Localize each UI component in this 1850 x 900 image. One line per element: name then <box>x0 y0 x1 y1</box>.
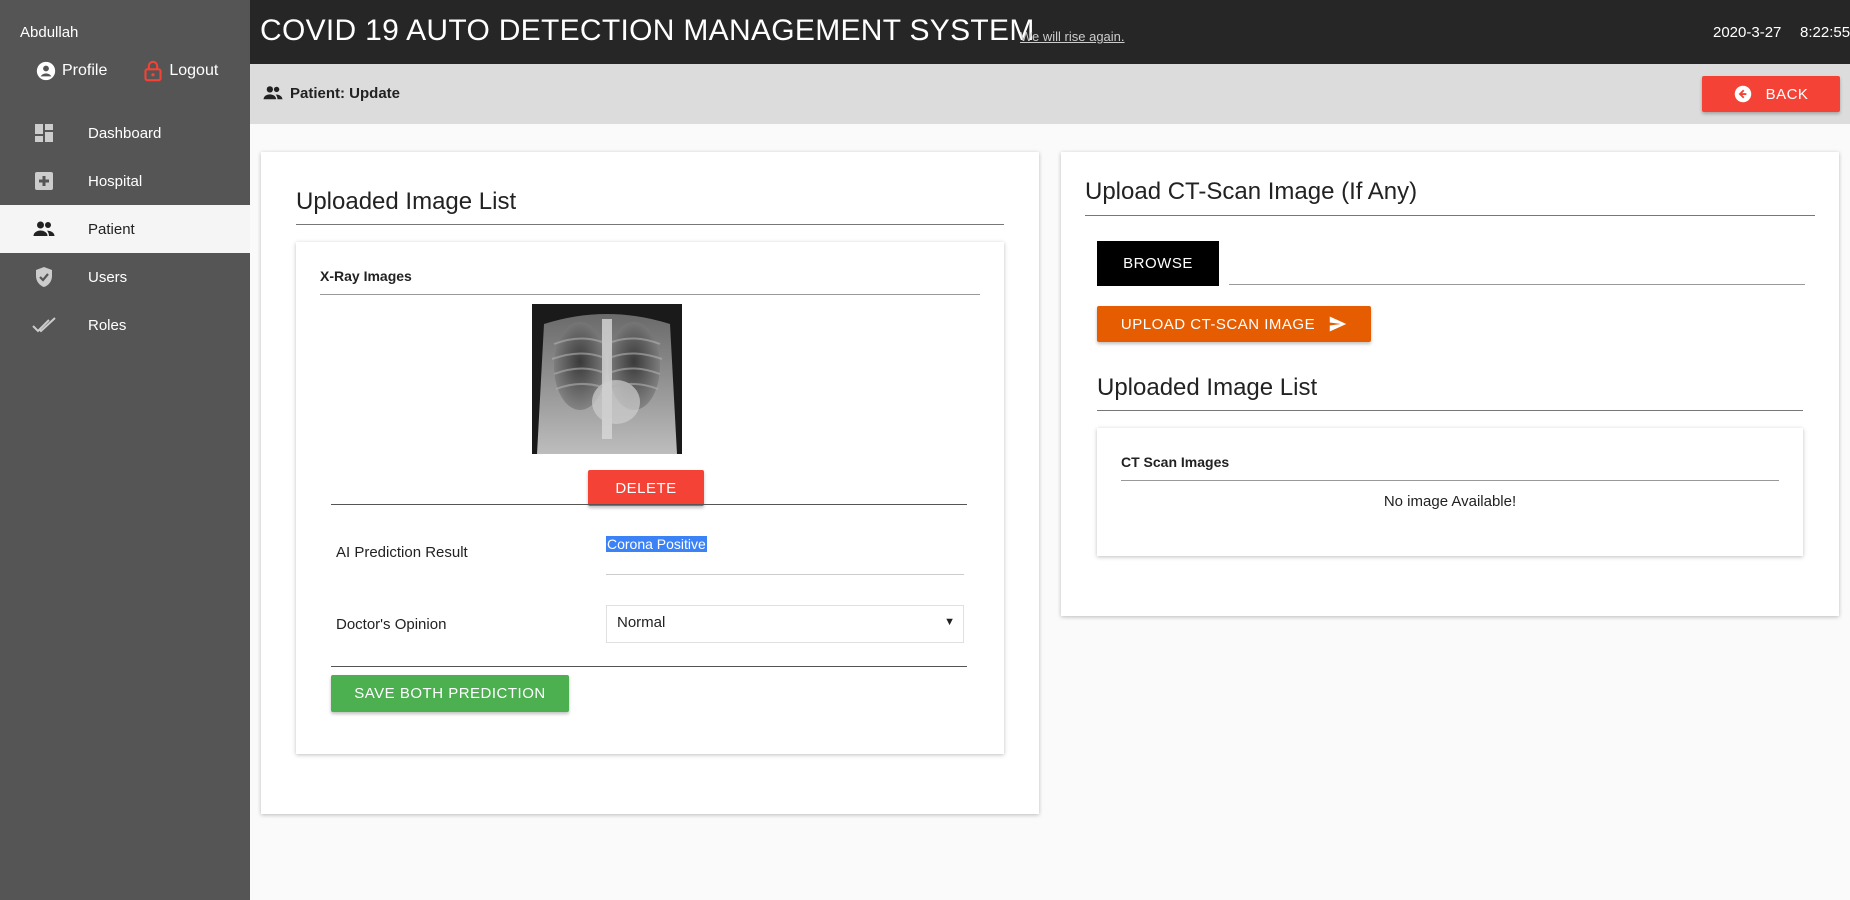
back-arrow-icon <box>1734 85 1751 103</box>
profile-button[interactable]: Profile <box>36 61 107 81</box>
sidebar-item-roles[interactable]: Roles <box>0 301 250 349</box>
sidebar-item-patient[interactable]: Patient <box>0 205 250 253</box>
back-label: BACK <box>1765 85 1809 103</box>
ai-prediction-value[interactable]: Corona Positive <box>606 536 707 552</box>
sidebar-item-dashboard[interactable]: Dashboard <box>0 109 250 157</box>
file-path-field[interactable] <box>1229 284 1805 285</box>
ct-images-panel: CT Scan Images No image Available! <box>1097 428 1803 556</box>
empty-state-text: No image Available! <box>1383 493 1517 510</box>
send-icon <box>1329 316 1347 332</box>
people-icon <box>33 221 55 236</box>
ai-prediction-label: AI Prediction Result <box>336 544 468 561</box>
title-divider <box>296 224 1004 225</box>
doctor-opinion-label: Doctor's Opinion <box>336 616 447 633</box>
breadcrumb: Patient: Update <box>262 84 400 102</box>
tagline-link[interactable]: We will rise again. <box>1020 29 1125 44</box>
image-divider <box>331 504 967 505</box>
sidebar-item-hospital[interactable]: Hospital <box>0 157 250 205</box>
xray-heading: X-Ray Images <box>320 268 412 284</box>
sidebar-item-label: Patient <box>88 220 135 238</box>
hospital-plus-icon <box>35 172 53 190</box>
sidebar-item-users[interactable]: Users <box>0 253 250 301</box>
form-divider <box>331 666 967 667</box>
doctor-opinion-value: Normal <box>617 614 666 631</box>
ct-heading: CT Scan Images <box>1121 454 1230 470</box>
sidebar-nav: Dashboard Hospital Patient Users Roles <box>0 109 250 349</box>
section-title: Uploaded Image List <box>296 188 517 215</box>
current-time: 8:22:55 <box>1800 24 1850 41</box>
section-title: Upload CT-Scan Image (If Any) <box>1085 178 1418 205</box>
dashboard-icon <box>35 124 53 142</box>
caret-down-icon: ▼ <box>944 616 955 628</box>
sidebar-item-label: Hospital <box>88 172 143 190</box>
lock-icon <box>144 60 162 82</box>
ai-prediction-underline <box>606 574 964 575</box>
save-prediction-button[interactable]: SAVE BOTH PREDICTION <box>331 675 569 712</box>
profile-label: Profile <box>62 62 108 79</box>
back-button[interactable]: BACK <box>1702 76 1840 112</box>
double-check-icon <box>32 317 56 333</box>
doctor-opinion-select[interactable]: Normal ▼ <box>606 605 964 643</box>
sidebar-item-label: Roles <box>88 316 127 334</box>
account-circle-icon <box>36 61 56 81</box>
uploaded-images-card: Uploaded Image List X-Ray Images DELETE … <box>261 152 1039 814</box>
sidebar-item-label: Dashboard <box>88 124 162 142</box>
xray-image <box>532 304 682 454</box>
title-divider <box>1085 215 1815 216</box>
breadcrumb-label: Patient: Update <box>290 84 401 102</box>
user-name: Abdullah <box>20 24 79 41</box>
logout-label: Logout <box>169 62 219 79</box>
people-icon <box>263 86 283 100</box>
shield-check-icon <box>36 267 52 287</box>
ct-list-title: Uploaded Image List <box>1097 374 1318 401</box>
page-toolbar: Patient: Update BACK <box>250 64 1850 124</box>
delete-image-button[interactable]: DELETE <box>588 470 704 506</box>
ct-scan-card: Upload CT-Scan Image (If Any) BROWSE UPL… <box>1061 152 1839 616</box>
list-title-divider <box>1097 410 1803 411</box>
upload-label: UPLOAD CT-SCAN IMAGE <box>1120 315 1316 333</box>
sidebar: Abdullah Profile Logout Dashboard Hospit… <box>0 0 250 900</box>
current-date: 2020-3-27 <box>1713 24 1782 41</box>
browse-button[interactable]: BROWSE <box>1097 241 1219 286</box>
app-title: COVID 19 AUTO DETECTION MANAGEMENT SYSTE… <box>260 14 1035 47</box>
user-actions: Profile Logout <box>36 60 254 82</box>
app-header: COVID 19 AUTO DETECTION MANAGEMENT SYSTE… <box>250 0 1850 64</box>
upload-ct-scan-button[interactable]: UPLOAD CT-SCAN IMAGE <box>1097 306 1371 342</box>
sidebar-item-label: Users <box>88 268 128 286</box>
logout-button[interactable]: Logout <box>143 60 218 82</box>
xray-heading-divider <box>320 294 980 295</box>
xray-images-panel: X-Ray Images DELETE AI Prediction Result… <box>296 242 1004 754</box>
ct-heading-divider <box>1121 480 1779 481</box>
